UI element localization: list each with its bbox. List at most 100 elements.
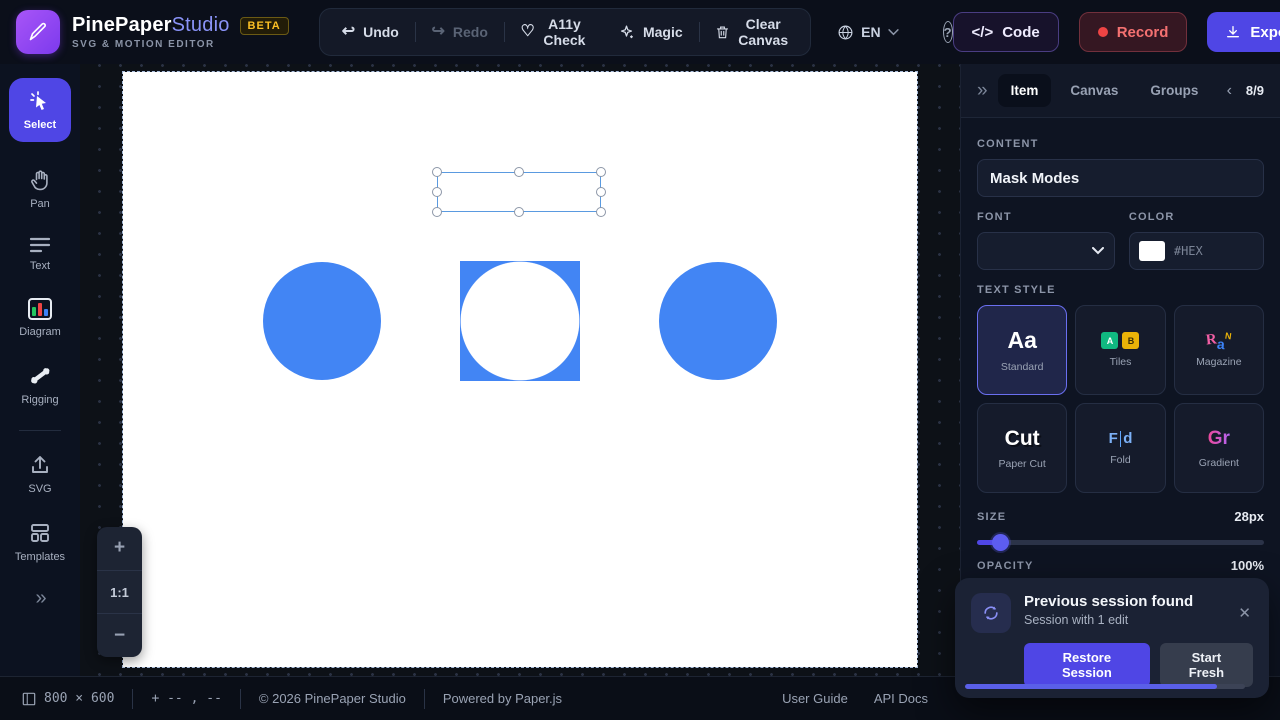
opacity-label: OPACITY [977, 560, 1033, 572]
chevron-down-icon [1092, 247, 1104, 255]
selection-handle[interactable] [432, 167, 442, 177]
circle-shape-right[interactable] [659, 262, 777, 380]
size-label: SIZE [977, 511, 1006, 523]
selection-box[interactable] [437, 172, 601, 212]
hex-input[interactable] [1174, 244, 1244, 258]
zoom-reset-button[interactable]: 1:1 [97, 571, 142, 615]
divider [424, 689, 425, 709]
toast-title: Previous session found [1024, 593, 1223, 610]
api-docs-link[interactable]: API Docs [874, 691, 928, 706]
selection-handle[interactable] [596, 167, 606, 177]
sidebar-item-rigging[interactable]: Rigging [21, 364, 58, 406]
heart-icon: ♡ [521, 24, 535, 40]
restore-session-button[interactable]: Restore Session [1024, 643, 1150, 687]
canvas-page[interactable] [123, 72, 917, 667]
app-title: PinePaperStudio [72, 14, 230, 37]
redo-button[interactable]: ↪ Redo [416, 9, 504, 55]
panel-header: » Item Canvas Groups ‹ 8/9 [961, 64, 1280, 118]
copyright-text: © 2026 PinePaper Studio [259, 691, 406, 706]
style-card-tiles[interactable]: A B Tiles [1075, 305, 1165, 395]
app-subtitle: SVG & MOTION EDITOR [72, 39, 289, 50]
selection-handle[interactable] [514, 167, 524, 177]
clear-canvas-button[interactable]: Clear Canvas [699, 9, 804, 55]
sidebar-item-pan[interactable]: Pan [28, 168, 52, 210]
text-style-grid: Aa Standard A B Tiles R a N Ma [977, 305, 1264, 493]
top-bar: PinePaperStudio BETA SVG & MOTION EDITOR… [0, 0, 1280, 64]
content-input[interactable] [977, 159, 1264, 197]
selection-handle[interactable] [596, 207, 606, 217]
powered-by-text: Powered by Paper.js [443, 691, 562, 706]
font-select[interactable] [977, 232, 1115, 270]
trash-icon [715, 24, 730, 40]
undo-button[interactable]: ↩ Undo [326, 9, 415, 55]
masked-square-shape[interactable] [460, 261, 580, 381]
toast-close-button[interactable]: ✕ [1236, 593, 1253, 633]
selection-handle[interactable] [432, 187, 442, 197]
style-card-paper-cut[interactable]: Cut Paper Cut [977, 403, 1067, 493]
tab-item[interactable]: Item [998, 74, 1052, 107]
magic-button[interactable]: Magic [602, 9, 699, 55]
style-card-gradient[interactable]: Gr Gradient [1174, 403, 1264, 493]
pencil-icon [28, 22, 48, 42]
cursor-coordinates: + -- , -- [151, 691, 221, 706]
globe-icon [837, 24, 854, 41]
record-dot-icon [1098, 27, 1108, 37]
zoom-in-button[interactable]: + [97, 527, 142, 571]
user-guide-link[interactable]: User Guide [782, 691, 848, 706]
sidebar-item-svg[interactable]: SVG [28, 453, 52, 495]
content-label: CONTENT [977, 138, 1264, 150]
zoom-out-button[interactable]: − [97, 614, 142, 657]
sync-icon [981, 603, 1001, 623]
sidebar-item-text[interactable]: Text [28, 236, 52, 272]
a11y-check-button[interactable]: ♡ A11y Check [505, 9, 602, 55]
style-preview: Cut [1005, 427, 1040, 451]
sidebar-expand-button[interactable]: » [35, 587, 44, 610]
size-slider-thumb[interactable] [992, 534, 1009, 551]
code-button[interactable]: </> Code [953, 12, 1059, 52]
color-swatch[interactable] [1139, 241, 1165, 261]
divider [132, 689, 133, 709]
download-icon [1225, 24, 1241, 40]
record-button[interactable]: Record [1079, 12, 1188, 52]
style-card-standard[interactable]: Aa Standard [977, 305, 1067, 395]
selection-handle[interactable] [596, 187, 606, 197]
divider [240, 689, 241, 709]
size-value: 28px [1234, 509, 1264, 524]
zoom-controls: + 1:1 − [97, 527, 142, 657]
style-preview: Gr [1208, 428, 1230, 450]
sidebar-item-select[interactable]: Select [9, 78, 71, 142]
toolbar: ↩ Undo ↪ Redo ♡ A11y Check Magic Clear C… [319, 8, 811, 56]
selection-handle[interactable] [514, 207, 524, 217]
divider [19, 430, 61, 431]
pager-prev-button[interactable]: ‹ [1219, 82, 1240, 100]
export-button[interactable]: Export [1207, 12, 1280, 52]
selection-handle[interactable] [432, 207, 442, 217]
sidebar-item-diagram[interactable]: Diagram [19, 298, 61, 338]
tab-canvas[interactable]: Canvas [1057, 74, 1131, 107]
templates-layout-icon [28, 521, 52, 545]
session-toast: Previous session found Session with 1 ed… [955, 578, 1269, 698]
opacity-value: 100% [1231, 558, 1264, 573]
font-label: FONT [977, 211, 1115, 223]
toast-progress-bar [965, 684, 1245, 689]
upload-icon [28, 453, 52, 477]
sidebar-item-templates[interactable]: Templates [15, 521, 65, 563]
start-fresh-button[interactable]: Start Fresh [1160, 643, 1253, 687]
style-preview: Aa [1007, 327, 1036, 354]
sparkles-icon [618, 24, 635, 41]
style-card-fold[interactable]: Fd Fold [1075, 403, 1165, 493]
tab-groups[interactable]: Groups [1137, 74, 1211, 107]
canvas-workspace[interactable]: + 1:1 − [80, 64, 960, 676]
circle-shape-left[interactable] [263, 262, 381, 380]
language-selector[interactable]: EN [837, 24, 898, 41]
style-card-magazine[interactable]: R a N Magazine [1174, 305, 1264, 395]
toast-progress-fill [965, 684, 1217, 689]
size-slider[interactable] [977, 534, 1264, 550]
language-label: EN [861, 24, 880, 40]
help-button[interactable]: ? [943, 21, 953, 43]
hand-icon [28, 168, 52, 192]
app-logo [16, 10, 60, 54]
restore-session-icon-tile [971, 593, 1011, 633]
panel-collapse-button[interactable]: » [977, 80, 986, 102]
canvas-dimensions: 800 × 600 [44, 691, 114, 706]
